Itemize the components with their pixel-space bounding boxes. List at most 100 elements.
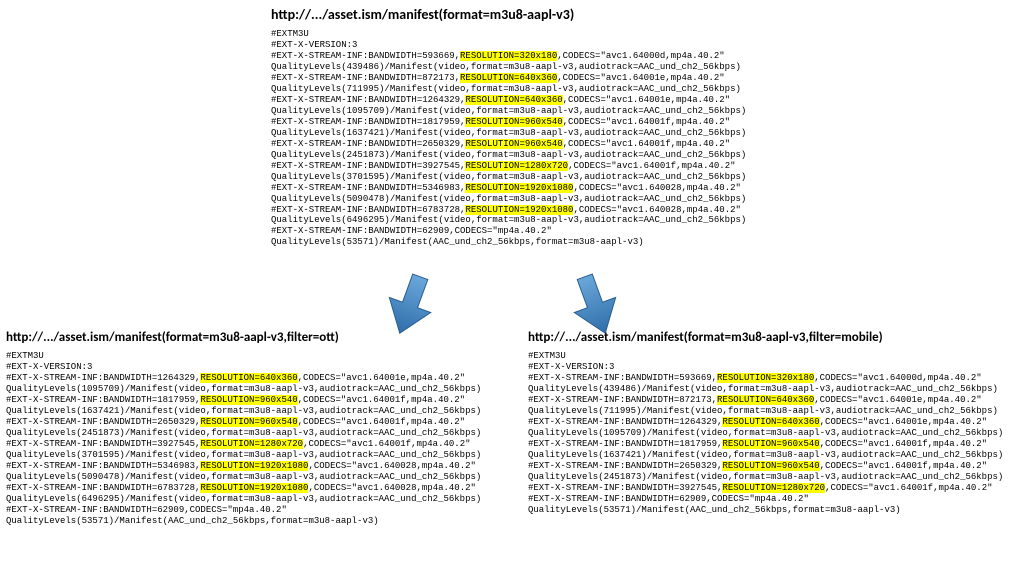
text-segment: QualityLevels(2451873)/Manifest(video,fo…: [6, 428, 481, 438]
diagram-page: http://.../asset.ism/manifest(format=m3u…: [0, 0, 1024, 569]
text-segment: #EXT-X-STREAM-INF:BANDWIDTH=5346983,: [271, 183, 465, 193]
manifest-line: QualityLevels(711995)/Manifest(video,for…: [528, 406, 1024, 417]
text-segment: ,CODECS="avc1.64001f,mp4a.40.2": [820, 461, 987, 471]
text-segment: QualityLevels(1637421)/Manifest(video,fo…: [271, 128, 746, 138]
text-segment: #EXTM3U: [528, 351, 566, 361]
resolution-highlight: RESOLUTION=640x360: [717, 395, 814, 405]
text-segment: ,CODECS="avc1.64001f,mp4a.40.2": [563, 117, 730, 127]
text-segment: #EXT-X-STREAM-INF:BANDWIDTH=6783728,: [271, 205, 465, 215]
resolution-highlight: RESOLUTION=960x540: [465, 139, 562, 149]
manifest-line: QualityLevels(1637421)/Manifest(video,fo…: [6, 406, 514, 417]
manifest-line: QualityLevels(439486)/Manifest(video,for…: [271, 62, 911, 73]
resolution-highlight: RESOLUTION=640x360: [465, 95, 562, 105]
manifest-line: #EXT-X-STREAM-INF:BANDWIDTH=872173,RESOL…: [271, 73, 911, 84]
resolution-highlight: RESOLUTION=1920x1080: [465, 205, 573, 215]
manifest-line: #EXT-X-STREAM-INF:BANDWIDTH=3927545,RESO…: [528, 483, 1024, 494]
text-segment: ,CODECS="avc1.64001f,mp4a.40.2": [820, 439, 987, 449]
text-segment: #EXT-X-STREAM-INF:BANDWIDTH=1264329,: [528, 417, 722, 427]
manifest-original-body: #EXTM3U#EXT-X-VERSION:3#EXT-X-STREAM-INF…: [271, 29, 911, 248]
text-segment: ,CODECS="avc1.64001f,mp4a.40.2": [563, 139, 730, 149]
manifest-line: QualityLevels(2451873)/Manifest(video,fo…: [528, 472, 1024, 483]
manifest-line: QualityLevels(2451873)/Manifest(video,fo…: [271, 150, 911, 161]
manifest-line: QualityLevels(6496295)/Manifest(video,fo…: [6, 494, 514, 505]
text-segment: #EXT-X-STREAM-INF:BANDWIDTH=62909,CODECS…: [271, 226, 552, 236]
manifest-ott: http://.../asset.ism/manifest(format=m3u…: [6, 330, 514, 527]
text-segment: #EXT-X-STREAM-INF:BANDWIDTH=62909,CODECS…: [528, 494, 809, 504]
manifest-line: QualityLevels(5090478)/Manifest(video,fo…: [271, 194, 911, 205]
manifest-line: #EXT-X-STREAM-INF:BANDWIDTH=1817959,RESO…: [271, 117, 911, 128]
text-segment: ,CODECS="avc1.64000d,mp4a.40.2": [814, 373, 981, 383]
manifest-line: #EXT-X-STREAM-INF:BANDWIDTH=1264329,RESO…: [6, 373, 514, 384]
manifest-line: #EXT-X-STREAM-INF:BANDWIDTH=5346983,RESO…: [271, 183, 911, 194]
text-segment: #EXT-X-STREAM-INF:BANDWIDTH=1817959,: [528, 439, 722, 449]
manifest-line: #EXT-X-STREAM-INF:BANDWIDTH=6783728,RESO…: [271, 205, 911, 216]
text-segment: #EXT-X-STREAM-INF:BANDWIDTH=5346983,: [6, 461, 200, 471]
text-segment: QualityLevels(711995)/Manifest(video,for…: [271, 84, 741, 94]
url-mobile: http://.../asset.ism/manifest(format=m3u…: [528, 330, 1024, 345]
text-segment: QualityLevels(5090478)/Manifest(video,fo…: [271, 194, 746, 204]
resolution-highlight: RESOLUTION=1920x1080: [465, 183, 573, 193]
manifest-line: QualityLevels(6496295)/Manifest(video,fo…: [271, 215, 911, 226]
manifest-line: #EXT-X-STREAM-INF:BANDWIDTH=62909,CODECS…: [528, 494, 1024, 505]
text-segment: #EXT-X-STREAM-INF:BANDWIDTH=872173,: [528, 395, 717, 405]
resolution-highlight: RESOLUTION=960x540: [722, 439, 819, 449]
text-segment: ,CODECS="avc1.64001e,mp4a.40.2": [814, 395, 981, 405]
manifest-line: #EXT-X-STREAM-INF:BANDWIDTH=1264329,RESO…: [528, 417, 1024, 428]
text-segment: #EXT-X-STREAM-INF:BANDWIDTH=62909,CODECS…: [6, 505, 287, 515]
text-segment: #EXT-X-STREAM-INF:BANDWIDTH=2650329,: [271, 139, 465, 149]
text-segment: ,CODECS="avc1.64001e,mp4a.40.2": [820, 417, 987, 427]
resolution-highlight: RESOLUTION=1280x720: [200, 439, 303, 449]
text-segment: #EXT-X-VERSION:3: [271, 40, 357, 50]
text-segment: #EXT-X-STREAM-INF:BANDWIDTH=1264329,: [6, 373, 200, 383]
resolution-highlight: RESOLUTION=960x540: [465, 117, 562, 127]
manifest-line: #EXT-X-STREAM-INF:BANDWIDTH=6783728,RESO…: [6, 483, 514, 494]
text-segment: #EXT-X-STREAM-INF:BANDWIDTH=1264329,: [271, 95, 465, 105]
manifest-line: #EXT-X-STREAM-INF:BANDWIDTH=593669,RESOL…: [271, 51, 911, 62]
manifest-ott-body: #EXTM3U#EXT-X-VERSION:3#EXT-X-STREAM-INF…: [6, 351, 514, 527]
text-segment: QualityLevels(439486)/Manifest(video,for…: [271, 62, 741, 72]
text-segment: QualityLevels(6496295)/Manifest(video,fo…: [6, 494, 481, 504]
manifest-line: #EXT-X-VERSION:3: [271, 40, 911, 51]
text-segment: #EXT-X-STREAM-INF:BANDWIDTH=593669,: [528, 373, 717, 383]
resolution-highlight: RESOLUTION=1280x720: [722, 483, 825, 493]
text-segment: ,CODECS="avc1.64001e,mp4a.40.2": [563, 95, 730, 105]
manifest-line: #EXT-X-STREAM-INF:BANDWIDTH=593669,RESOL…: [528, 373, 1024, 384]
manifest-line: QualityLevels(53571)/Manifest(AAC_und_ch…: [271, 237, 911, 248]
manifest-line: #EXT-X-VERSION:3: [6, 362, 514, 373]
manifest-mobile-body: #EXTM3U#EXT-X-VERSION:3#EXT-X-STREAM-INF…: [528, 351, 1024, 516]
text-segment: #EXT-X-STREAM-INF:BANDWIDTH=593669,: [271, 51, 460, 61]
resolution-highlight: RESOLUTION=960x540: [722, 461, 819, 471]
text-segment: #EXT-X-STREAM-INF:BANDWIDTH=3927545,: [6, 439, 200, 449]
text-segment: #EXT-X-STREAM-INF:BANDWIDTH=3927545,: [271, 161, 465, 171]
resolution-highlight: RESOLUTION=1280x720: [465, 161, 568, 171]
resolution-highlight: RESOLUTION=960x540: [200, 417, 297, 427]
url-original: http://.../asset.ism/manifest(format=m3u…: [271, 6, 911, 23]
manifest-line: #EXT-X-STREAM-INF:BANDWIDTH=1817959,RESO…: [6, 395, 514, 406]
text-segment: QualityLevels(53571)/Manifest(AAC_und_ch…: [271, 237, 644, 247]
text-segment: #EXT-X-VERSION:3: [528, 362, 614, 372]
manifest-line: #EXT-X-STREAM-INF:BANDWIDTH=5346983,RESO…: [6, 461, 514, 472]
manifest-line: QualityLevels(53571)/Manifest(AAC_und_ch…: [528, 505, 1024, 516]
manifest-line: QualityLevels(1095709)/Manifest(video,fo…: [528, 428, 1024, 439]
resolution-highlight: RESOLUTION=320x180: [460, 51, 557, 61]
text-segment: #EXT-X-STREAM-INF:BANDWIDTH=1817959,: [271, 117, 465, 127]
manifest-line: QualityLevels(1637421)/Manifest(video,fo…: [528, 450, 1024, 461]
text-segment: QualityLevels(3701595)/Manifest(video,fo…: [6, 450, 481, 460]
manifest-line: #EXT-X-STREAM-INF:BANDWIDTH=62909,CODECS…: [6, 505, 514, 516]
manifest-line: QualityLevels(439486)/Manifest(video,for…: [528, 384, 1024, 395]
manifest-line: #EXT-X-STREAM-INF:BANDWIDTH=1264329,RESO…: [271, 95, 911, 106]
manifest-line: #EXT-X-STREAM-INF:BANDWIDTH=1817959,RESO…: [528, 439, 1024, 450]
text-segment: QualityLevels(53571)/Manifest(AAC_und_ch…: [528, 505, 901, 515]
text-segment: QualityLevels(1095709)/Manifest(video,fo…: [271, 106, 746, 116]
resolution-highlight: RESOLUTION=320x180: [717, 373, 814, 383]
text-segment: QualityLevels(1637421)/Manifest(video,fo…: [528, 450, 1003, 460]
manifest-line: #EXT-X-STREAM-INF:BANDWIDTH=2650329,RESO…: [6, 417, 514, 428]
manifest-mobile: http://.../asset.ism/manifest(format=m3u…: [528, 330, 1024, 516]
text-segment: QualityLevels(53571)/Manifest(AAC_und_ch…: [6, 516, 379, 526]
text-segment: ,CODECS="avc1.640028,mp4a.40.2": [573, 205, 740, 215]
text-segment: QualityLevels(6496295)/Manifest(video,fo…: [271, 215, 746, 225]
manifest-line: #EXT-X-STREAM-INF:BANDWIDTH=872173,RESOL…: [528, 395, 1024, 406]
text-segment: QualityLevels(2451873)/Manifest(video,fo…: [528, 472, 1003, 482]
manifest-line: #EXT-X-STREAM-INF:BANDWIDTH=3927545,RESO…: [6, 439, 514, 450]
manifest-line: #EXT-X-VERSION:3: [528, 362, 1024, 373]
